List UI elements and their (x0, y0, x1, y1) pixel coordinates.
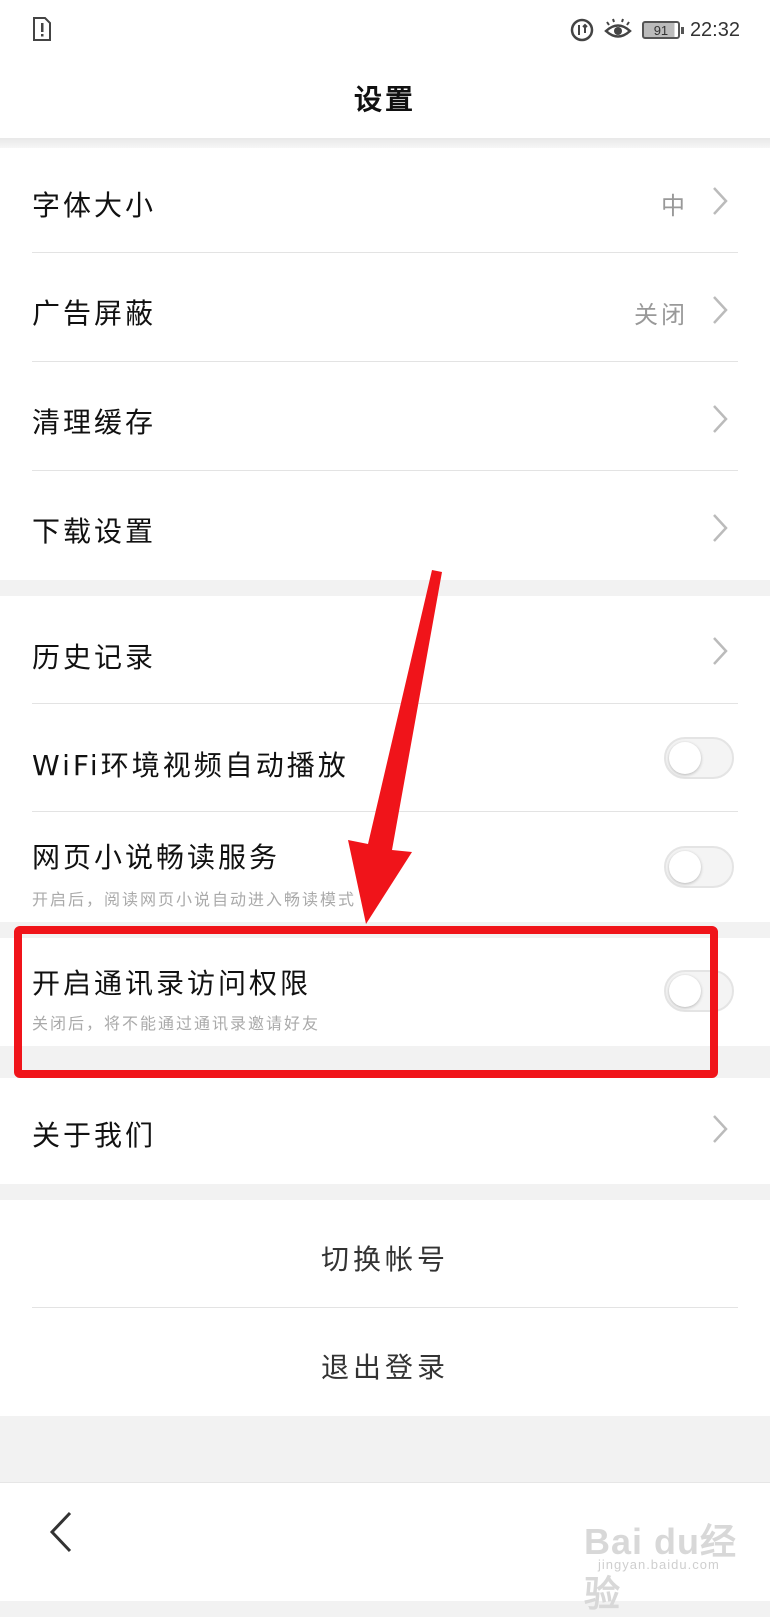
data-saver-icon (570, 18, 594, 42)
novel-reading-toggle[interactable] (664, 846, 734, 888)
clock: 22:32 (689, 18, 740, 41)
chevron-right-icon (713, 405, 728, 433)
setting-value: 关闭 (634, 301, 688, 329)
title-bar: 设置 (0, 60, 770, 140)
battery-level: 91 (653, 22, 669, 38)
battery-icon: 91 (641, 21, 684, 39)
setting-row-clear-cache[interactable]: 清理缓存 (32, 362, 738, 471)
setting-row-ad-block[interactable]: 广告屏蔽 关闭 (32, 253, 738, 362)
account-group: 切换帐号 退出登录 (0, 1200, 770, 1416)
status-bar: 91 22:32 (0, 0, 770, 60)
wifi-autoplay-toggle[interactable] (664, 737, 734, 779)
setting-row-about-us[interactable]: 关于我们 (32, 1078, 738, 1184)
switch-account-button[interactable]: 切换帐号 (32, 1200, 738, 1308)
toggle-knob (669, 742, 701, 774)
chevron-right-icon (713, 514, 728, 542)
setting-row-history[interactable]: 历史记录 (32, 596, 738, 704)
switch-account-label: 切换帐号 (320, 1243, 449, 1276)
title-shadow (0, 138, 770, 148)
back-arrow-icon[interactable] (44, 1507, 78, 1557)
chevron-right-icon (713, 637, 728, 665)
toggle-knob (669, 851, 701, 883)
setting-description: 开启后，阅读网页小说自动进入畅读模式 (32, 890, 357, 909)
setting-value: 中 (661, 192, 688, 220)
setting-label: 广告屏蔽 (32, 297, 157, 330)
setting-label: 下载设置 (32, 515, 157, 548)
status-icons: 91 22:32 (570, 14, 740, 46)
settings-group-reading: 历史记录 WiFi环境视频自动播放 网页小说畅读服务 开启后，阅读网页小说自动进… (0, 596, 770, 922)
watermark-url: jingyan.baidu.com (598, 1557, 720, 1572)
sim-alert-icon (33, 17, 51, 41)
setting-row-download[interactable]: 下载设置 (32, 471, 738, 580)
setting-row-font-size[interactable]: 字体大小 中 (32, 148, 738, 253)
chevron-right-icon (713, 1115, 728, 1143)
logout-button[interactable]: 退出登录 (32, 1308, 738, 1416)
setting-label: 字体大小 (32, 189, 157, 222)
watermark-logo: Bai du经验 jingyan.baidu.com (584, 1513, 770, 1617)
setting-label: WiFi环境视频自动播放 (32, 749, 349, 782)
eye-care-icon (604, 18, 632, 38)
setting-row-wifi-autoplay[interactable]: WiFi环境视频自动播放 (32, 704, 738, 812)
logout-label: 退出登录 (320, 1351, 449, 1384)
settings-group-general: 字体大小 中 广告屏蔽 关闭 清理缓存 下载设置 (0, 148, 770, 580)
setting-row-novel-reading[interactable]: 网页小说畅读服务 开启后，阅读网页小说自动进入畅读模式 (32, 812, 738, 922)
chevron-right-icon (713, 296, 728, 324)
setting-label: 网页小说畅读服务 (32, 841, 281, 874)
chevron-right-icon (713, 187, 728, 215)
setting-label: 历史记录 (32, 641, 157, 674)
settings-group-about: 关于我们 (0, 1078, 770, 1184)
setting-label: 关于我们 (32, 1119, 157, 1152)
page-title: 设置 (353, 83, 416, 116)
highlight-box (14, 926, 718, 1078)
setting-label: 清理缓存 (32, 406, 157, 439)
bottom-nav-bar: Bai du经验 jingyan.baidu.com (0, 1482, 770, 1614)
